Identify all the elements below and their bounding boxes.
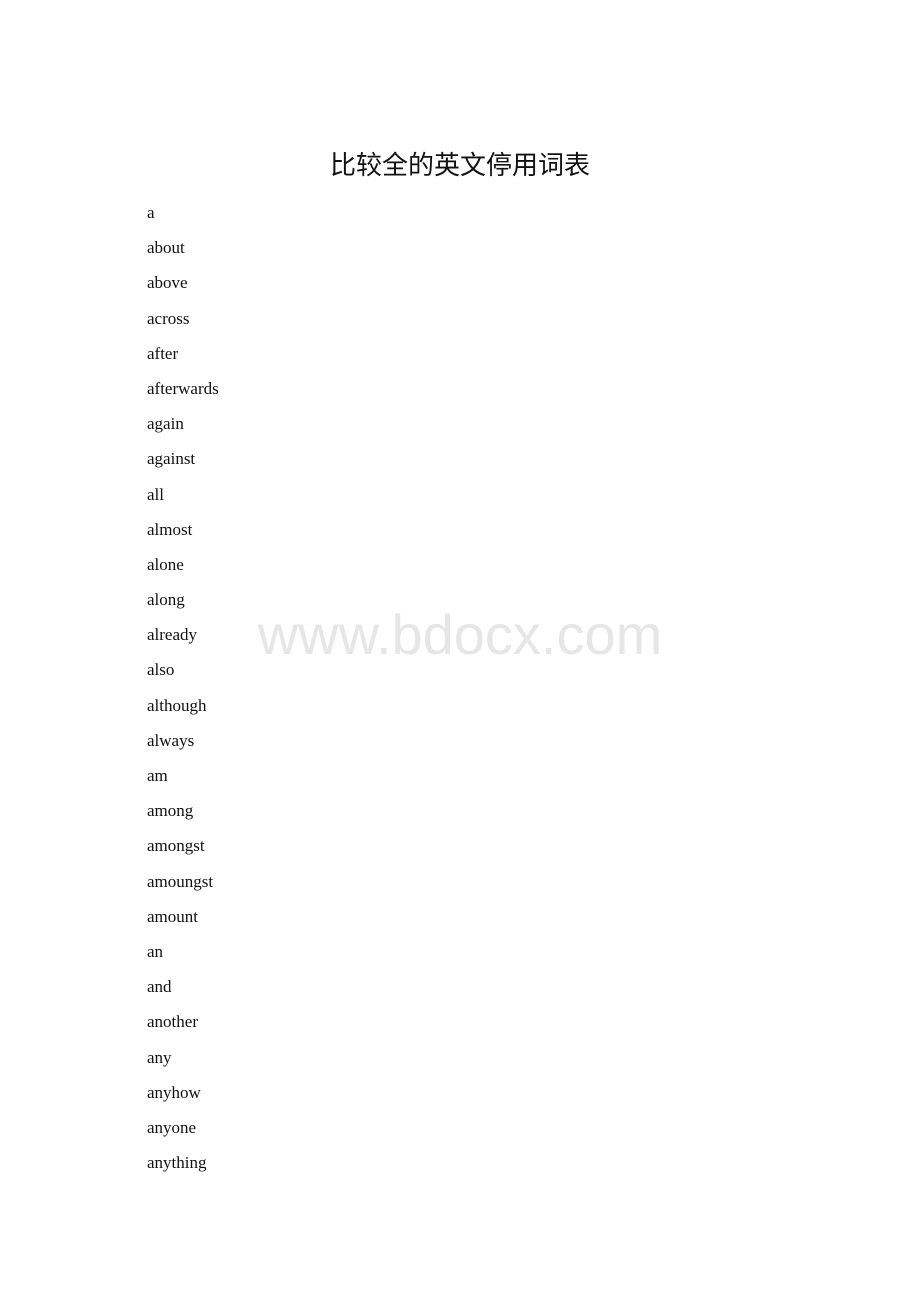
list-item: anything <box>147 1153 207 1173</box>
list-item: amount <box>147 906 198 926</box>
list-item: anyone <box>147 1117 197 1137</box>
list-item: anyhow <box>147 1082 201 1102</box>
document-page: 比较全的英文停用词表 a about above across after af… <box>0 0 920 1302</box>
list-item: again <box>147 414 184 434</box>
list-item: across <box>147 308 190 328</box>
list-item: a <box>147 203 155 222</box>
list-item: also <box>147 660 175 680</box>
list-item: always <box>147 730 195 750</box>
list-item: although <box>147 695 207 715</box>
list-item: afterwards <box>147 378 219 398</box>
list-item: another <box>147 1012 198 1032</box>
list-item: and <box>147 977 172 997</box>
list-item: above <box>147 273 188 293</box>
list-item: an <box>147 941 164 961</box>
list-item: among <box>147 801 194 821</box>
stopword-list: a about above across after afterwards ag… <box>147 201 219 1186</box>
list-item: alone <box>147 554 184 574</box>
list-item: against <box>147 449 196 469</box>
list-item: about <box>147 238 185 258</box>
list-item: all <box>147 484 164 504</box>
list-item: after <box>147 343 179 363</box>
list-item: amongst <box>147 836 205 856</box>
list-item: amoungst <box>147 871 214 891</box>
list-item: almost <box>147 519 193 539</box>
watermark: www.bdocx.com <box>257 603 663 666</box>
list-item: any <box>147 1047 172 1067</box>
list-item: along <box>147 590 185 610</box>
list-item: already <box>147 625 198 645</box>
page-title: 比较全的英文停用词表 <box>329 151 590 181</box>
list-item: am <box>147 766 168 785</box>
